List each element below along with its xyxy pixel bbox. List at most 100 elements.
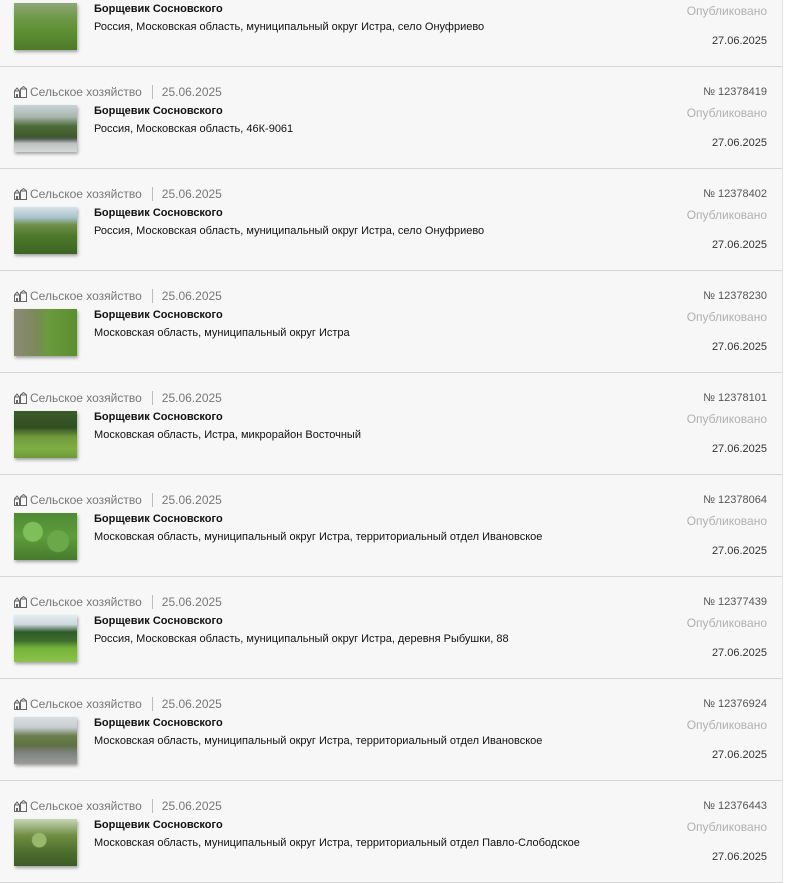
status-badge: Опубликовано	[686, 106, 767, 120]
item-meta: Сельское хозяйство 25.06.2025	[14, 288, 222, 304]
agriculture-icon	[14, 698, 27, 710]
meta-divider	[151, 289, 153, 303]
item-address: Московская область, Истра, микрорайон Во…	[94, 429, 361, 441]
item-created-date: 25.06.2025	[161, 289, 222, 303]
item-photo[interactable]	[14, 309, 77, 356]
meta-divider	[151, 697, 153, 711]
item-meta: Сельское хозяйство 25.06.2025	[14, 594, 222, 610]
agriculture-icon	[14, 290, 27, 302]
agriculture-icon	[14, 392, 27, 404]
item-number: № 12378402	[703, 188, 767, 200]
meta-divider	[151, 85, 153, 99]
item-created-date: 25.06.2025	[161, 391, 222, 405]
list-item[interactable]: Сельское хозяйство 25.06.2025 Борщевик Сос…	[0, 373, 782, 475]
appeals-list: Борщевик Сосновского Россия, Московская о…	[0, 0, 783, 883]
item-title[interactable]: Борщевик Сосновского	[94, 3, 223, 15]
item-meta: Сельское хозяйство 25.06.2025	[14, 84, 222, 100]
item-title[interactable]: Борщевик Сосновского	[94, 105, 223, 117]
item-published-date: 27.06.2025	[711, 137, 767, 149]
item-created-date: 25.06.2025	[161, 697, 222, 711]
item-category: Сельское хозяйство	[30, 187, 142, 201]
status-badge: Опубликовано	[686, 310, 767, 324]
item-created-date: 25.06.2025	[161, 595, 222, 609]
agriculture-icon	[14, 800, 27, 812]
meta-divider	[151, 187, 153, 201]
item-title[interactable]: Борщевик Сосновского	[94, 309, 223, 321]
item-address: Россия, Московская область, муниципальны…	[94, 225, 485, 237]
item-category: Сельское хозяйство	[30, 595, 142, 609]
item-number: № 12376443	[703, 800, 767, 812]
list-item[interactable]: Сельское хозяйство 25.06.2025 Борщевик Сос…	[0, 169, 782, 271]
item-photo[interactable]	[14, 513, 77, 560]
item-published-date: 27.06.2025	[711, 341, 767, 353]
agriculture-icon	[14, 188, 27, 200]
item-published-date: 27.06.2025	[711, 647, 767, 659]
item-created-date: 25.06.2025	[161, 187, 222, 201]
status-badge: Опубликовано	[686, 616, 767, 630]
meta-divider	[151, 493, 153, 507]
list-item[interactable]: Сельское хозяйство 25.06.2025 Борщевик Сос…	[0, 577, 782, 679]
item-photo[interactable]	[14, 105, 77, 152]
item-address: Московская область, муниципальный округ …	[94, 837, 580, 849]
item-created-date: 25.06.2025	[161, 799, 222, 813]
item-category: Сельское хозяйство	[30, 493, 142, 507]
agriculture-icon	[14, 596, 27, 608]
list-item[interactable]: Сельское хозяйство 25.06.2025 Борщевик Сос…	[0, 781, 782, 883]
item-title[interactable]: Борщевик Сосновского	[94, 411, 223, 423]
meta-divider	[151, 799, 153, 813]
item-number: № 12378230	[703, 290, 767, 302]
item-published-date: 27.06.2025	[711, 239, 767, 251]
item-photo[interactable]	[14, 615, 77, 662]
item-photo[interactable]	[14, 411, 77, 458]
status-badge: Опубликовано	[686, 4, 767, 18]
item-category: Сельское хозяйство	[30, 391, 142, 405]
status-badge: Опубликовано	[686, 208, 767, 222]
list-item[interactable]: Сельское хозяйство 25.06.2025 Борщевик Сос…	[0, 475, 782, 577]
item-number: № 12377439	[703, 596, 767, 608]
item-address: Московская область, муниципальный округ …	[94, 531, 543, 543]
item-address: Россия, Московская область, муниципальны…	[94, 633, 509, 645]
list-item[interactable]: Сельское хозяйство 25.06.2025 Борщевик Сос…	[0, 679, 782, 781]
item-photo[interactable]	[14, 717, 77, 764]
item-title[interactable]: Борщевик Сосновского	[94, 513, 223, 525]
list-item[interactable]: Борщевик Сосновского Россия, Московская о…	[0, 0, 782, 67]
status-badge: Опубликовано	[686, 820, 767, 834]
item-title[interactable]: Борщевик Сосновского	[94, 717, 223, 729]
status-badge: Опубликовано	[686, 514, 767, 528]
item-category: Сельское хозяйство	[30, 799, 142, 813]
agriculture-icon	[14, 86, 27, 98]
item-address: Россия, Московская область, 46К-9061	[94, 123, 294, 135]
item-meta: Сельское хозяйство 25.06.2025	[14, 186, 222, 202]
item-category: Сельское хозяйство	[30, 289, 142, 303]
list-item[interactable]: Сельское хозяйство 25.06.2025 Борщевик Сос…	[0, 271, 782, 373]
item-title[interactable]: Борщевик Сосновского	[94, 819, 223, 831]
status-badge: Опубликовано	[686, 412, 767, 426]
item-meta: Сельское хозяйство 25.06.2025	[14, 390, 222, 406]
item-category: Сельское хозяйство	[30, 85, 142, 99]
item-number: № 12378064	[703, 494, 767, 506]
meta-divider	[151, 391, 153, 405]
item-published-date: 27.06.2025	[711, 35, 767, 47]
list-item[interactable]: Сельское хозяйство 25.06.2025 Борщевик Сос…	[0, 67, 782, 169]
item-published-date: 27.06.2025	[711, 851, 767, 863]
item-photo[interactable]	[14, 3, 77, 50]
item-number: № 12376924	[703, 698, 767, 710]
item-published-date: 27.06.2025	[711, 749, 767, 761]
item-created-date: 25.06.2025	[161, 85, 222, 99]
item-number: № 12378419	[703, 86, 767, 98]
item-meta: Сельское хозяйство 25.06.2025	[14, 696, 222, 712]
item-address: Московская область, муниципальный округ …	[94, 735, 543, 747]
item-title[interactable]: Борщевик Сосновского	[94, 207, 223, 219]
status-badge: Опубликовано	[686, 718, 767, 732]
item-category: Сельское хозяйство	[30, 697, 142, 711]
item-address: Россия, Московская область, муниципальны…	[94, 21, 485, 33]
meta-divider	[151, 595, 153, 609]
agriculture-icon	[14, 494, 27, 506]
item-created-date: 25.06.2025	[161, 493, 222, 507]
item-meta: Сельское хозяйство 25.06.2025	[14, 492, 222, 508]
item-title[interactable]: Борщевик Сосновского	[94, 615, 223, 627]
item-photo[interactable]	[14, 819, 77, 866]
item-photo[interactable]	[14, 207, 77, 254]
item-meta: Сельское хозяйство 25.06.2025	[14, 798, 222, 814]
item-address: Московская область, муниципальный округ …	[94, 327, 350, 339]
